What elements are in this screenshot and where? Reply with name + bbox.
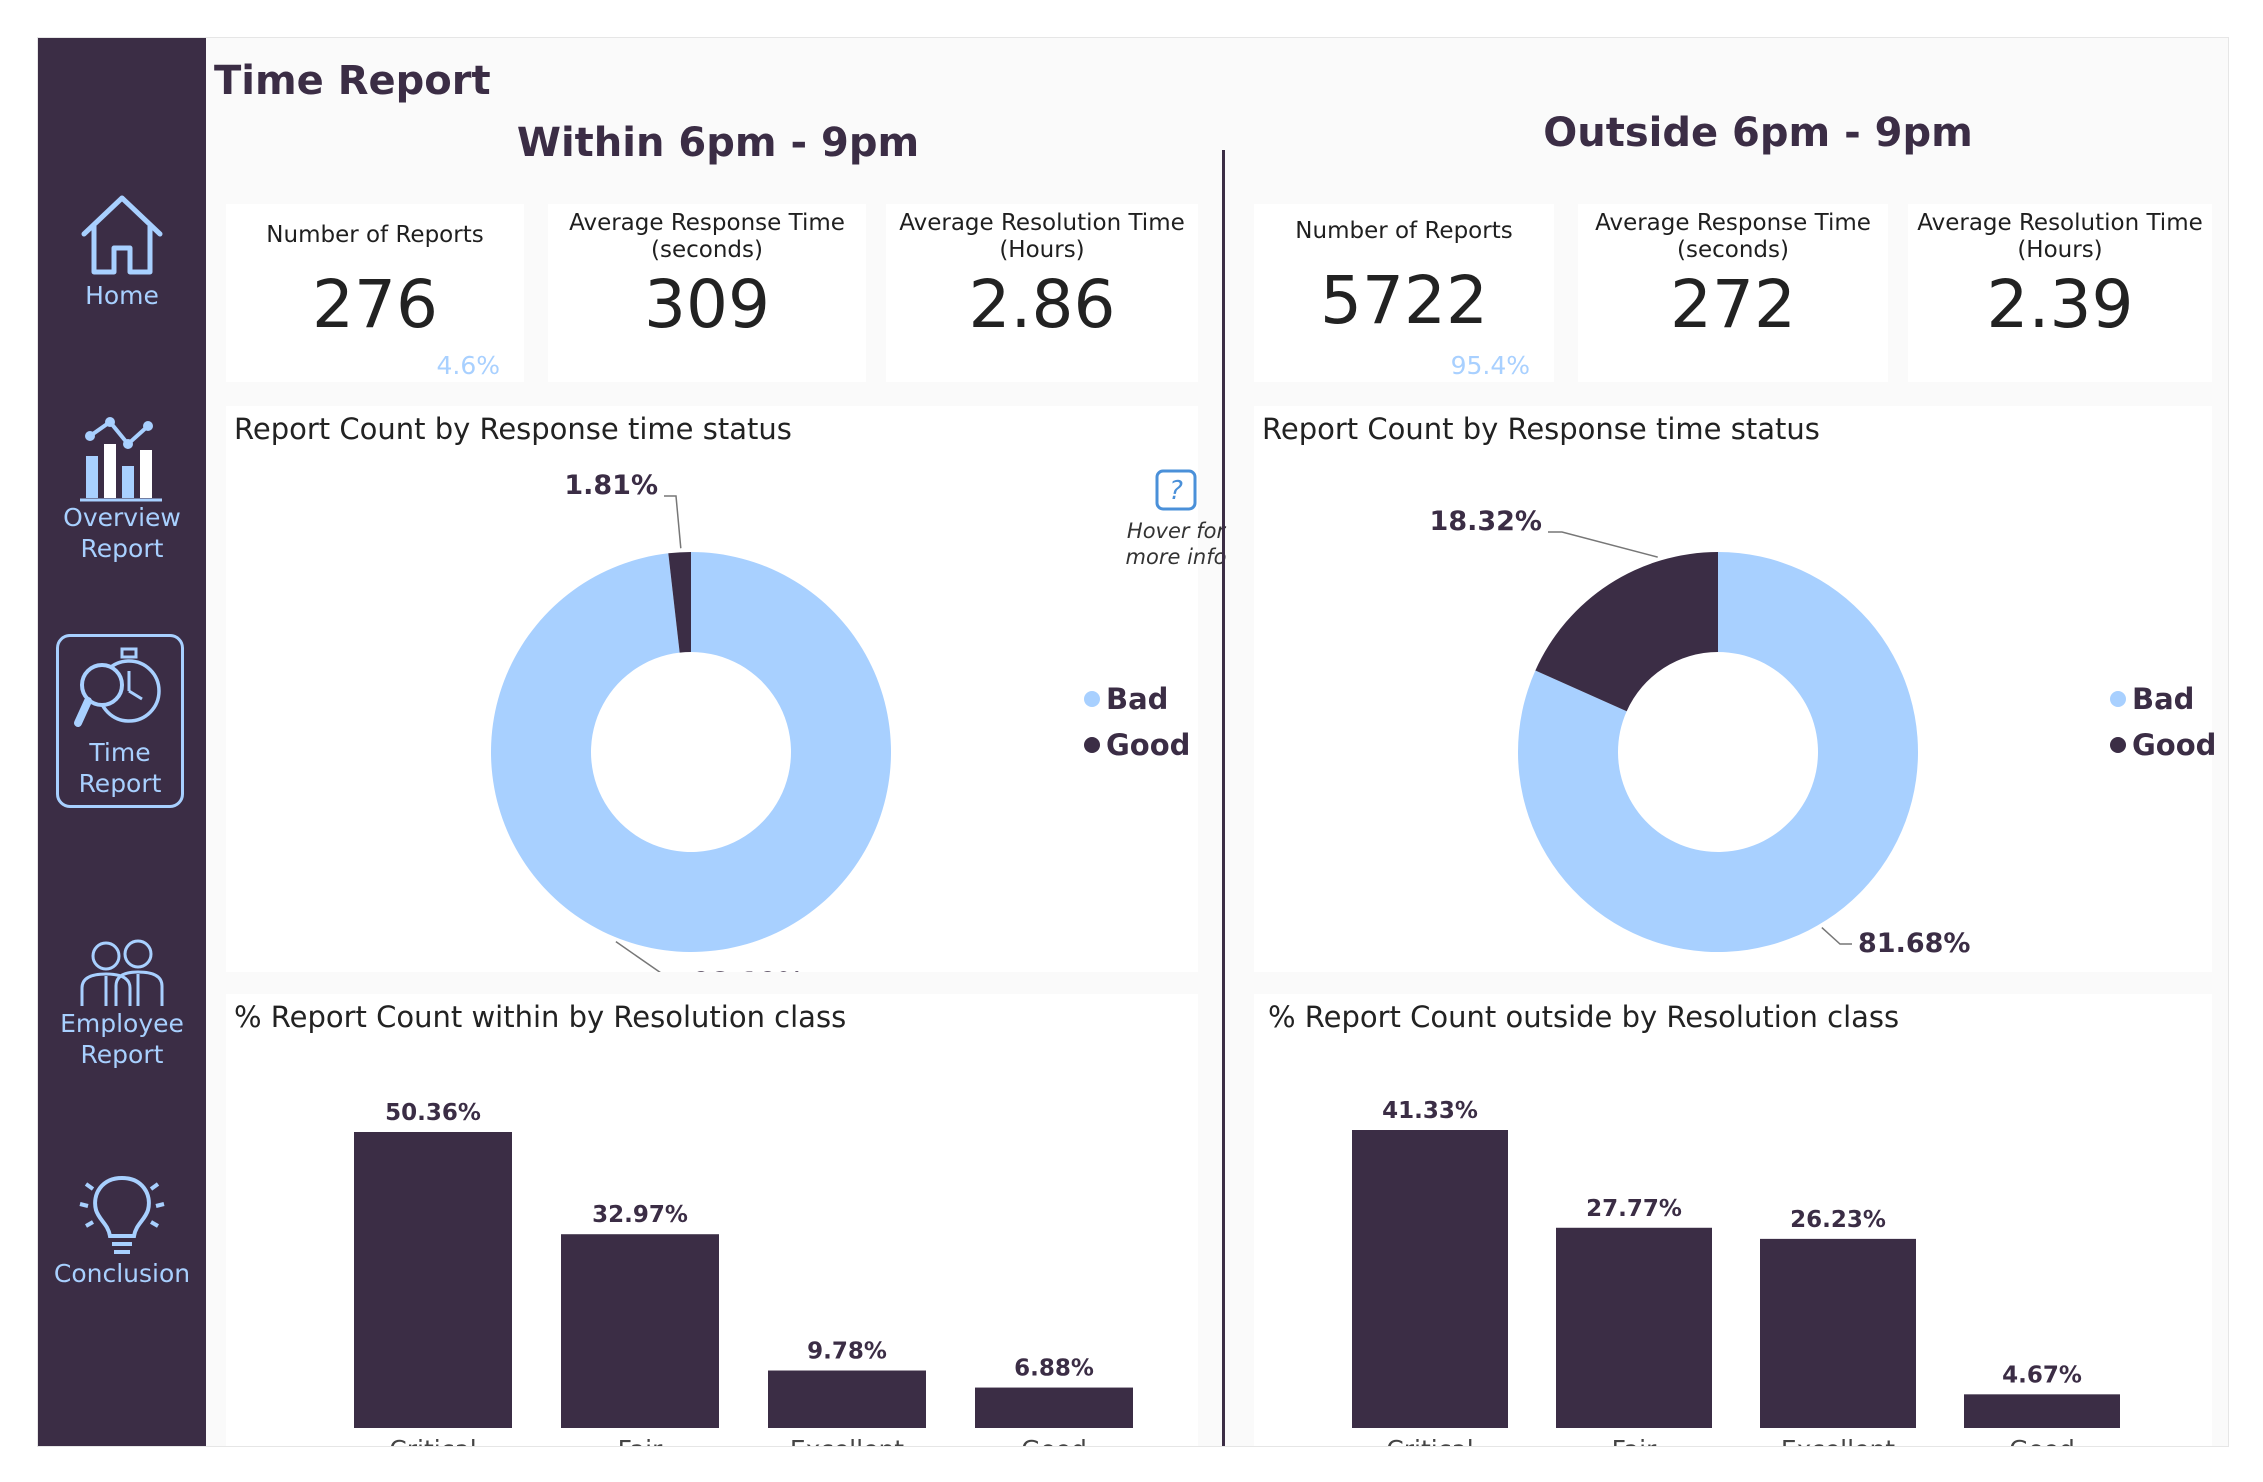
kpi-label: Average Resolution Time (Hours): [1917, 210, 2203, 263]
donut-data-label-good: 18.32%: [1430, 506, 1542, 537]
legend-item-bad: Bad: [1084, 682, 1168, 716]
outside-donut-card: Report Count by Response time status 81.…: [1254, 406, 2216, 972]
nav-time-report[interactable]: Time Report: [56, 634, 184, 808]
bar-category-label: Good: [2009, 1435, 2075, 1447]
bar-fair[interactable]: [1556, 1227, 1712, 1428]
bar-critical[interactable]: [354, 1132, 512, 1428]
employees-icon: [80, 939, 164, 1006]
bar-category-label: Excellent: [1781, 1435, 1895, 1447]
bar-category-label: Excellent: [790, 1435, 904, 1447]
nav-overview-report-label: Overview Report: [63, 503, 181, 563]
hover-info-button[interactable]: ? Hover for more info: [1116, 468, 1236, 570]
legend-dot-bad: [1084, 691, 1100, 707]
kpi-value: 5722: [1320, 262, 1488, 339]
house-icon: [81, 195, 163, 275]
legend-label-good: Good: [2132, 728, 2217, 762]
kpi-label: Number of Reports: [266, 222, 484, 248]
bar-data-label: 32.97%: [592, 1202, 688, 1228]
nav-time-report-label: Time Report: [78, 738, 162, 798]
donut-data-label-bad: 98.19%: [692, 967, 804, 972]
within-donut-chart: 98.19% 1.81%: [491, 470, 891, 972]
bar-category-label: Fair: [1612, 1435, 1657, 1447]
kpi-value: 276: [312, 266, 438, 343]
within-kpi-avg-response-time: Average Response Time (seconds) 309: [548, 204, 866, 382]
kpi-value: 2.86: [968, 266, 1116, 343]
bar-category-label: Critical: [389, 1435, 476, 1447]
bar-data-label: 6.88%: [1014, 1356, 1094, 1382]
bar-category-label: Good: [1021, 1435, 1087, 1447]
page-title: Time Report: [214, 58, 491, 104]
sidebar-nav: Home Overview Report Time Report Employe…: [38, 38, 206, 1446]
outside-donut-chart: 81.68% 18.32%: [1430, 506, 1971, 959]
within-bar-chart: 50.36% Critical 32.97% Fair 9.78% Excellent 6.…: [354, 1100, 1133, 1447]
bar-data-label: 4.67%: [2002, 1362, 2082, 1388]
legend-item-good: Good: [1084, 728, 1190, 762]
donut-leader-line: [1821, 927, 1852, 945]
bar-good[interactable]: [975, 1387, 1133, 1428]
bar-data-label: 41.33%: [1382, 1098, 1478, 1124]
nav-conclusion-label: Conclusion: [53, 1259, 191, 1288]
section-divider: [1222, 150, 1225, 1446]
hover-hint-text: Hover for more info: [1125, 519, 1227, 569]
nav-employee-report-label: Employee Report: [60, 1009, 184, 1069]
kpi-value: 2.39: [1986, 266, 2134, 343]
bar-data-label: 9.78%: [807, 1339, 887, 1365]
legend-item-bad: Bad: [2110, 682, 2194, 716]
legend-label-bad: Bad: [2132, 682, 2195, 716]
legend-label-bad: Bad: [1106, 682, 1169, 716]
outside-bar-chart: 41.33% Critical 27.77% Fair 26.23% Excellent 4…: [1352, 1098, 2120, 1447]
outside-kpi-number-of-reports: Number of Reports 5722 95.4%: [1254, 204, 1554, 382]
kpi-percent: 4.6%: [436, 351, 500, 380]
nav-employee-report[interactable]: Employee Report: [38, 936, 206, 1070]
kpi-value: 272: [1670, 266, 1796, 343]
bar-data-label: 26.23%: [1790, 1207, 1886, 1233]
nav-home[interactable]: Home: [38, 188, 206, 311]
bar-fair[interactable]: [561, 1234, 719, 1428]
legend-dot-bad: [2110, 691, 2126, 707]
bar-line-chart-icon: [80, 417, 162, 502]
stopwatch-magnifier-icon: [74, 647, 161, 727]
bar-data-label: 50.36%: [385, 1100, 481, 1126]
bar-data-label: 27.77%: [1586, 1196, 1682, 1222]
donut-data-label-bad: 81.68%: [1858, 928, 1970, 959]
question-icon: ?: [1155, 469, 1197, 511]
svg-text:?: ?: [1169, 476, 1183, 506]
outside-kpi-avg-response-time: Average Response Time (seconds) 272: [1578, 204, 1888, 382]
within-bar-card: % Report Count within by Resolution clas…: [226, 994, 1198, 1447]
donut-leader-line: [1548, 531, 1658, 558]
within-donut-card: Report Count by Response time status 98.…: [226, 406, 1226, 972]
report-page: Home Overview Report Time Report Employe…: [37, 37, 2229, 1447]
bar-category-label: Fair: [618, 1435, 663, 1447]
nav-overview-report[interactable]: Overview Report: [38, 414, 206, 564]
bar-good[interactable]: [1964, 1394, 2120, 1428]
donut-leader-line: [664, 495, 682, 549]
outside-kpi-avg-resolution-time: Average Resolution Time (Hours) 2.39: [1908, 204, 2212, 382]
bar-critical[interactable]: [1352, 1130, 1508, 1428]
kpi-label: Average Response Time (seconds): [569, 210, 845, 263]
bar-category-label: Critical: [1386, 1435, 1473, 1447]
kpi-percent: 95.4%: [1450, 351, 1530, 380]
kpi-label: Average Resolution Time (Hours): [899, 210, 1185, 263]
within-section-title: Within 6pm - 9pm: [516, 120, 920, 166]
within-kpi-avg-resolution-time: Average Resolution Time (Hours) 2.86: [886, 204, 1198, 382]
within-kpi-number-of-reports: Number of Reports 276 4.6%: [226, 204, 524, 382]
legend-item-good: Good: [2110, 728, 2216, 762]
nav-conclusion[interactable]: Conclusion: [38, 1168, 206, 1289]
kpi-label: Number of Reports: [1295, 218, 1513, 244]
lightbulb-icon: [79, 1175, 165, 1254]
outside-section-title: Outside 6pm - 9pm: [1543, 110, 1973, 156]
legend-label-good: Good: [1106, 728, 1191, 762]
kpi-value: 309: [644, 266, 770, 343]
nav-home-label: Home: [85, 281, 159, 310]
outside-bar-card: % Report Count outside by Resolution cla…: [1254, 994, 2212, 1447]
donut-data-label-good: 1.81%: [564, 470, 658, 501]
legend-dot-good: [1084, 737, 1100, 753]
bar-excellent[interactable]: [768, 1370, 926, 1428]
legend-dot-good: [2110, 737, 2126, 753]
bar-excellent[interactable]: [1760, 1238, 1916, 1428]
kpi-label: Average Response Time (seconds): [1595, 210, 1871, 263]
